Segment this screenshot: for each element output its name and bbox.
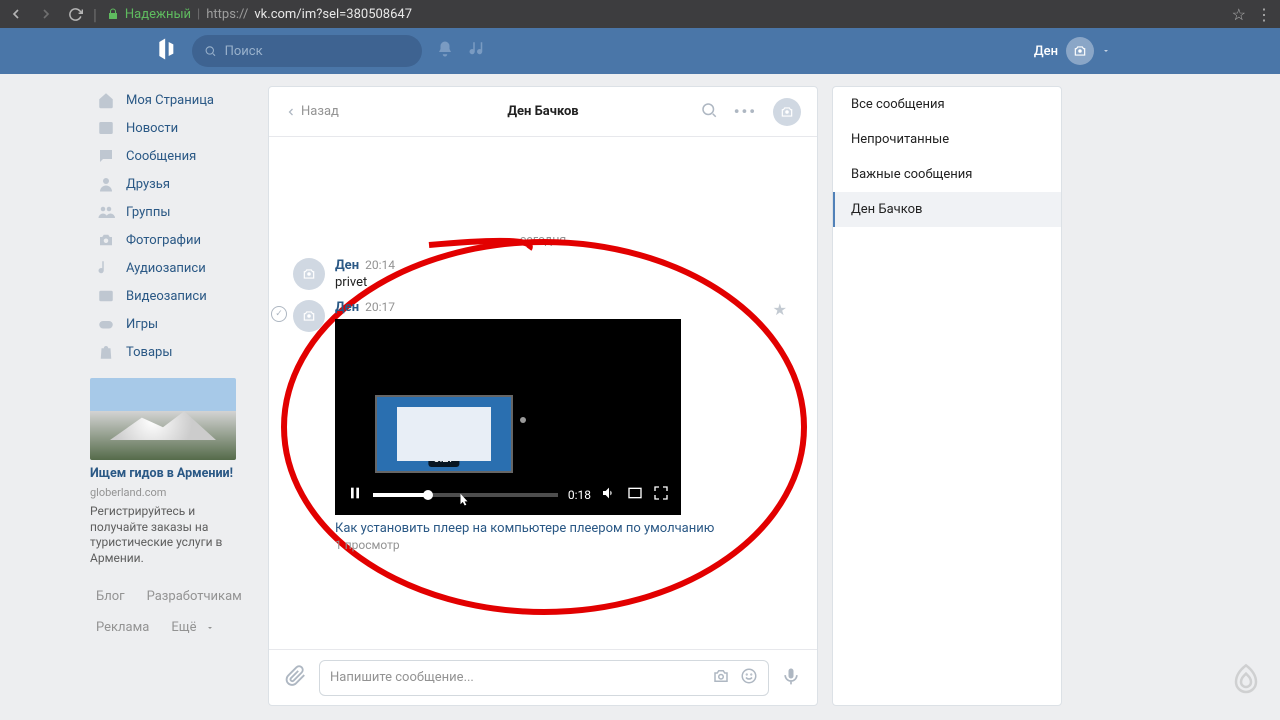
film-icon bbox=[96, 287, 116, 305]
nav-video[interactable]: Видеозаписи bbox=[90, 282, 254, 310]
cursor-icon bbox=[457, 491, 471, 513]
gamepad-icon bbox=[96, 315, 116, 333]
message: Ден 20:14 privet bbox=[293, 258, 793, 290]
chat-actions-icon[interactable]: ••• bbox=[734, 102, 757, 121]
footer-blog[interactable]: Блог bbox=[90, 584, 131, 609]
browser-menu-icon[interactable]: ⋮ bbox=[1256, 5, 1272, 24]
pause-icon[interactable] bbox=[347, 485, 363, 505]
nav-photos[interactable]: Фотографии bbox=[90, 226, 254, 254]
chat-search-icon[interactable] bbox=[700, 101, 718, 123]
footer-ads[interactable]: Реклама bbox=[90, 615, 155, 640]
fullscreen-icon[interactable] bbox=[653, 485, 669, 505]
browser-bar: | Надежный | https://vk.com/im?sel=38050… bbox=[0, 0, 1280, 28]
left-nav: Моя Страница Новости Сообщения Друзья Гр… bbox=[90, 86, 254, 706]
nav-groups[interactable]: Группы bbox=[90, 198, 254, 226]
search-icon bbox=[204, 44, 217, 58]
volume-icon[interactable] bbox=[601, 485, 617, 505]
chat-title[interactable]: Ден Бачков bbox=[507, 104, 578, 119]
back-button[interactable]: Назад bbox=[285, 104, 339, 119]
music-icon[interactable] bbox=[468, 40, 486, 62]
message-author[interactable]: Ден bbox=[335, 300, 359, 315]
compose-bar bbox=[269, 649, 817, 705]
nav-news[interactable]: Новости bbox=[90, 114, 254, 142]
conversations-filter: Все сообщения Непрочитанные Важные сообщ… bbox=[832, 86, 1062, 706]
browser-back-icon[interactable] bbox=[8, 6, 24, 22]
user-name: Ден bbox=[1034, 44, 1058, 59]
chat-body: сегодня Ден 20:14 privet ✓ ★ Ден 20:17 0:2… bbox=[269, 137, 817, 649]
watermark-icon bbox=[1226, 662, 1266, 706]
vk-topbar: Ден bbox=[0, 28, 1280, 74]
people-icon bbox=[96, 203, 116, 221]
camera-icon bbox=[96, 231, 116, 249]
ad-block[interactable]: Ищем гидов в Армении! globerland.com Рег… bbox=[90, 378, 254, 566]
address-bar[interactable]: Надежный | https://vk.com/im?sel=3805086… bbox=[107, 7, 412, 22]
chat-header: Назад Ден Бачков ••• bbox=[269, 87, 817, 137]
filter-important[interactable]: Важные сообщения bbox=[833, 157, 1061, 192]
nav-my-page[interactable]: Моя Страница bbox=[90, 86, 254, 114]
video-time: 0:18 bbox=[568, 488, 591, 502]
person-icon bbox=[96, 175, 116, 193]
footer-devs[interactable]: Разработчикам bbox=[141, 584, 248, 609]
check-icon: ✓ bbox=[271, 306, 287, 322]
chevron-left-icon bbox=[285, 106, 297, 118]
nav-market[interactable]: Товары bbox=[90, 338, 254, 366]
chevron-down-icon bbox=[206, 624, 214, 632]
chat-peer-avatar[interactable] bbox=[773, 98, 801, 126]
emoji-icon[interactable] bbox=[740, 667, 758, 689]
nav-games[interactable]: Игры bbox=[90, 310, 254, 338]
nav-messages[interactable]: Сообщения bbox=[90, 142, 254, 170]
search-input[interactable] bbox=[225, 44, 410, 59]
video-attachment[interactable]: 0:27 0:18 bbox=[335, 319, 681, 515]
newspaper-icon bbox=[96, 119, 116, 137]
ad-domain: globerland.com bbox=[90, 486, 166, 499]
video-preview-thumb: 0:27 bbox=[375, 395, 513, 473]
thumb-time: 0:27 bbox=[428, 450, 459, 467]
star-icon[interactable]: ☆ bbox=[1232, 5, 1246, 24]
vk-logo-icon[interactable] bbox=[150, 35, 178, 67]
message-author[interactable]: Ден bbox=[335, 258, 359, 273]
nav-friends[interactable]: Друзья bbox=[90, 170, 254, 198]
browser-reload-icon[interactable] bbox=[68, 7, 83, 22]
ad-title: Ищем гидов в Армении! bbox=[90, 466, 254, 481]
user-menu[interactable]: Ден bbox=[1034, 37, 1110, 65]
notifications-icon[interactable] bbox=[436, 40, 454, 62]
message-avatar[interactable] bbox=[293, 258, 325, 290]
bag-icon bbox=[96, 343, 116, 361]
pip-icon[interactable] bbox=[627, 485, 643, 505]
lock-icon bbox=[107, 8, 119, 20]
message-input[interactable] bbox=[330, 670, 702, 685]
message-text: privet bbox=[335, 275, 793, 290]
filter-all[interactable]: Все сообщения bbox=[833, 87, 1061, 122]
photo-icon[interactable] bbox=[712, 667, 730, 689]
video-views: 1 просмотр bbox=[335, 538, 793, 552]
chat-panel: Назад Ден Бачков ••• сегодня Ден 20:14 pr… bbox=[268, 86, 818, 706]
home-icon bbox=[96, 91, 116, 109]
secure-label: Надежный bbox=[125, 7, 191, 22]
message-time: 20:17 bbox=[365, 300, 395, 314]
video-progress[interactable] bbox=[373, 493, 558, 497]
message: ✓ ★ Ден20:17 0:27 bbox=[293, 300, 793, 552]
ad-text: Регистрируйтесь и получайте заказы на ту… bbox=[90, 504, 254, 566]
chevron-down-icon bbox=[1102, 47, 1110, 55]
message-time: 20:14 bbox=[365, 258, 395, 272]
filter-active[interactable]: Ден Бачков bbox=[833, 192, 1061, 227]
search-box[interactable] bbox=[192, 35, 422, 67]
video-title[interactable]: Как установить плеер на компьютере плеер… bbox=[335, 521, 793, 536]
footer-links: Блог Разработчикам Реклама Ещё bbox=[90, 584, 254, 640]
nav-audio[interactable]: Аудиозаписи bbox=[90, 254, 254, 282]
attach-icon[interactable] bbox=[285, 665, 307, 691]
date-separator: сегодня bbox=[293, 233, 793, 248]
message-input-wrap[interactable] bbox=[319, 660, 769, 696]
ad-image bbox=[90, 378, 236, 460]
avatar-icon bbox=[1066, 37, 1094, 65]
mic-icon[interactable] bbox=[781, 666, 801, 690]
star-icon[interactable]: ★ bbox=[773, 300, 787, 319]
video-controls: 0:18 bbox=[335, 475, 681, 515]
chat-icon bbox=[96, 147, 116, 165]
note-icon bbox=[96, 259, 116, 277]
browser-forward-icon[interactable] bbox=[38, 6, 54, 22]
filter-unread[interactable]: Непрочитанные bbox=[833, 122, 1061, 157]
footer-more[interactable]: Ещё bbox=[165, 615, 220, 640]
message-avatar[interactable] bbox=[293, 300, 325, 332]
